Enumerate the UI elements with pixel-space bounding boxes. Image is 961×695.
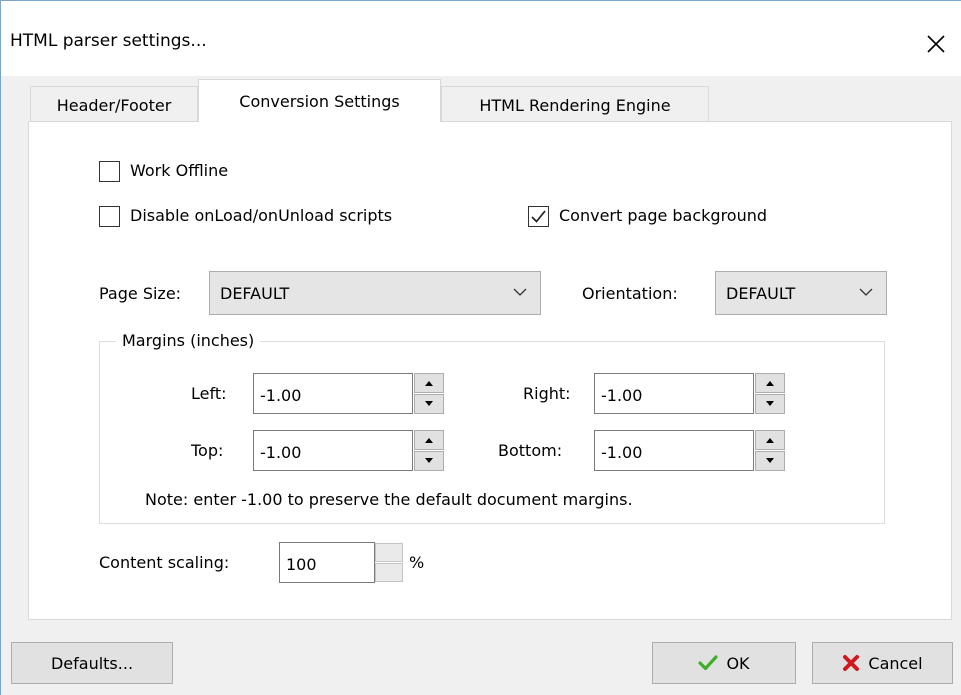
page-size-label: Page Size:	[99, 284, 182, 303]
margin-right-spinner[interactable]	[755, 373, 785, 414]
disable-scripts-label: Disable onLoad/onUnload scripts	[130, 206, 393, 225]
disable-scripts-checkbox[interactable]	[99, 206, 120, 227]
cross-icon	[843, 655, 860, 671]
margins-note: Note: enter -1.00 to preserve the defaul…	[145, 490, 633, 509]
chevron-down-icon	[859, 288, 873, 296]
convert-background-checkbox[interactable]	[528, 206, 549, 227]
spin-down-button[interactable]	[755, 394, 785, 414]
dialog-title: HTML parser settings...	[10, 31, 207, 51]
orientation-dropdown[interactable]: DEFAULT	[715, 271, 887, 315]
content-scaling-input[interactable]: 100	[279, 542, 375, 583]
orientation-value: DEFAULT	[726, 284, 796, 303]
margin-left-spinner[interactable]	[414, 373, 444, 414]
work-offline-label: Work Offline	[130, 161, 229, 180]
page-size-value: DEFAULT	[220, 284, 290, 303]
ok-button-label: OK	[726, 653, 750, 673]
convert-background-label: Convert page background	[559, 206, 768, 225]
orientation-label: Orientation:	[582, 284, 678, 303]
checkmark-icon	[531, 210, 546, 223]
margin-top-spinner[interactable]	[414, 430, 444, 471]
spin-up-button[interactable]	[375, 543, 403, 562]
spin-down-button[interactable]	[414, 451, 444, 471]
settings-dialog: HTML parser settings... Header/Footer Co…	[0, 0, 961, 695]
triangle-down-icon	[766, 401, 774, 406]
margin-bottom-spinner[interactable]	[755, 430, 785, 471]
tab-label: Header/Footer	[56, 96, 172, 115]
cancel-button-label: Cancel	[868, 653, 923, 673]
spin-down-button[interactable]	[755, 451, 785, 471]
checkmark-icon	[698, 655, 719, 671]
margin-top-input[interactable]: -1.00	[253, 430, 413, 471]
title-bar: HTML parser settings...	[1, 1, 961, 76]
content-scaling-spinner[interactable]	[375, 543, 403, 583]
triangle-up-icon	[766, 381, 774, 386]
tab-label: HTML Rendering Engine	[479, 96, 671, 115]
margin-bottom-label: Bottom:	[498, 441, 563, 460]
triangle-up-icon	[766, 438, 774, 443]
content-scaling-label: Content scaling:	[99, 553, 230, 572]
triangle-down-icon	[425, 401, 433, 406]
margin-left-input[interactable]: -1.00	[253, 373, 413, 414]
ok-button[interactable]: OK	[652, 642, 796, 684]
margins-group-label: Margins (inches)	[116, 331, 261, 350]
tab-conversion-settings[interactable]: Conversion Settings	[198, 79, 441, 122]
defaults-button[interactable]: Defaults...	[11, 642, 173, 684]
triangle-down-icon	[766, 458, 774, 463]
content-scaling-unit: %	[409, 553, 425, 572]
spin-up-button[interactable]	[414, 373, 444, 393]
tab-html-rendering-engine[interactable]: HTML Rendering Engine	[441, 86, 709, 122]
margin-right-input[interactable]: -1.00	[594, 373, 754, 414]
spin-up-button[interactable]	[755, 373, 785, 393]
close-button[interactable]	[919, 27, 953, 61]
triangle-up-icon	[425, 381, 433, 386]
chevron-down-icon	[513, 288, 527, 296]
spin-up-button[interactable]	[414, 430, 444, 450]
spin-up-button[interactable]	[755, 430, 785, 450]
spin-down-button[interactable]	[375, 563, 403, 582]
margin-right-label: Right:	[523, 384, 571, 403]
spin-down-button[interactable]	[414, 394, 444, 414]
margin-bottom-input[interactable]: -1.00	[594, 430, 754, 471]
cancel-button[interactable]: Cancel	[812, 642, 953, 684]
work-offline-checkbox[interactable]	[99, 161, 120, 182]
defaults-button-label: Defaults...	[50, 653, 134, 673]
triangle-up-icon	[425, 438, 433, 443]
page-size-dropdown[interactable]: DEFAULT	[209, 271, 541, 315]
triangle-down-icon	[425, 458, 433, 463]
close-icon	[927, 35, 945, 53]
tab-label: Conversion Settings	[239, 92, 400, 111]
margin-left-label: Left:	[191, 384, 227, 403]
tab-header-footer[interactable]: Header/Footer	[30, 86, 198, 122]
margin-top-label: Top:	[191, 441, 224, 460]
